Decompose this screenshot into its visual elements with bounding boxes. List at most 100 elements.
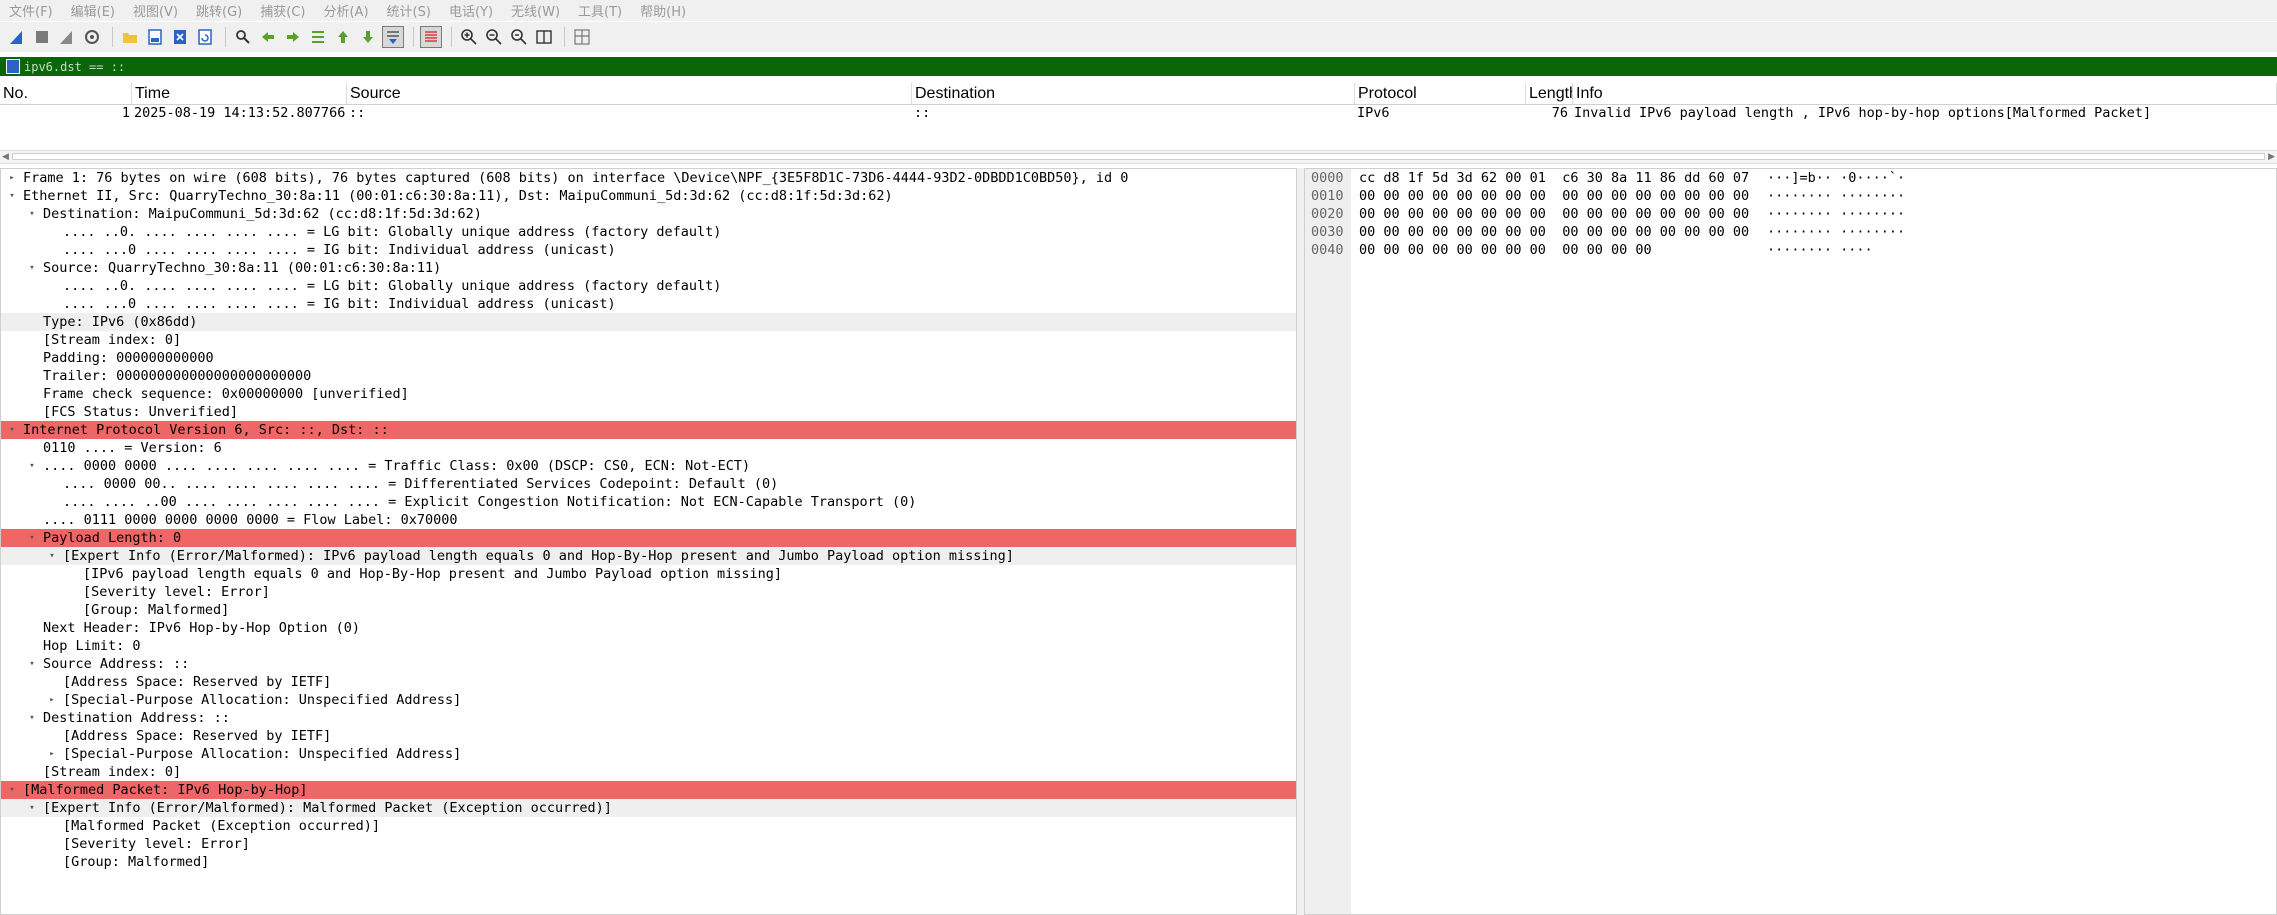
hex-ascii[interactable]: ···]=b·· ·0····`·	[1767, 169, 1905, 187]
tree-item[interactable]: ▾ Source Address: ::	[1, 655, 1296, 673]
packet-list-hscrollbar[interactable]: ◀ ▶	[0, 150, 2277, 164]
scroll-left-icon[interactable]: ◀	[2, 151, 9, 163]
column-header-length[interactable]: Length	[1526, 83, 1573, 104]
tree-item[interactable]: ▾ Source: QuarryTechno_30:8a:11 (00:01:c6…	[1, 259, 1296, 277]
packet-row-selected[interactable]: 1 2025-08-19 14:13:52.807766:::: IPv6 76 Inv…	[0, 104, 2277, 122]
layout-icon[interactable]	[571, 26, 593, 48]
tree-item[interactable]: [IPv6 payload length equals 0 and Hop-By…	[1, 565, 1296, 583]
menu-item-8[interactable]: 无线(W)	[502, 1, 569, 20]
tree-item[interactable]: ▾ Destination Address: ::	[1, 709, 1296, 727]
menu-item-4[interactable]: 捕获(C)	[251, 1, 314, 20]
expanded-arrow-icon[interactable]: ▾	[6, 421, 18, 439]
zoom-in-icon[interactable]	[458, 26, 480, 48]
hex-bytes[interactable]: 00 00 00 00 00 00 00 00 00 00 00 00	[1359, 241, 1652, 259]
collapsed-arrow-icon[interactable]: ▸	[46, 745, 58, 763]
hex-ascii[interactable]: ········ ········	[1767, 223, 1905, 241]
menu-item-0[interactable]: 文件(F)	[0, 1, 62, 20]
tree-item[interactable]: .... 0000 00.. .... .... .... .... .... …	[1, 475, 1296, 493]
column-header-source[interactable]: Source	[347, 83, 912, 104]
tree-item[interactable]: [Address Space: Reserved by IETF]	[1, 673, 1296, 691]
tree-item[interactable]: 0110 .... = Version: 6	[1, 439, 1296, 457]
hex-bytes[interactable]: 00 00 00 00 00 00 00 00 00 00 00 00 00 0…	[1359, 205, 1749, 223]
tree-item[interactable]: ▾ [Expert Info (Error/Malformed): IPv6 pa…	[1, 547, 1296, 565]
column-header-info[interactable]: Info	[1573, 83, 2277, 104]
tree-item[interactable]: Frame check sequence: 0x00000000 [unveri…	[1, 385, 1296, 403]
hex-ascii[interactable]: ········ ····	[1767, 241, 1873, 259]
go-to-packet-icon[interactable]	[307, 26, 329, 48]
tree-item[interactable]: .... ..0. .... .... .... .... = LG bit: …	[1, 277, 1296, 295]
normal-size-icon[interactable]	[508, 26, 530, 48]
scroll-right-icon[interactable]: ▶	[2268, 151, 2275, 163]
menu-item-1[interactable]: 编辑(E)	[62, 1, 124, 20]
menu-item-10[interactable]: 帮助(H)	[631, 1, 695, 20]
column-header-time[interactable]: Time	[132, 83, 347, 104]
shark-fin-start-icon[interactable]	[6, 26, 28, 48]
restart-capture-icon[interactable]	[56, 26, 78, 48]
save-file-icon[interactable]	[144, 26, 166, 48]
resize-columns-icon[interactable]	[533, 26, 555, 48]
zoom-out-icon[interactable]	[483, 26, 505, 48]
tree-item[interactable]: [Severity level: Error]	[1, 583, 1296, 601]
tree-item[interactable]: Type: IPv6 (0x86dd)	[1, 313, 1296, 331]
hex-bytes[interactable]: 00 00 00 00 00 00 00 00 00 00 00 00 00 0…	[1359, 223, 1749, 241]
tree-item[interactable]: [Address Space: Reserved by IETF]	[1, 727, 1296, 745]
tree-item[interactable]: ▸ [Special-Purpose Allocation: Unspecifie…	[1, 691, 1296, 709]
column-header-no[interactable]: No.	[0, 83, 132, 104]
tree-item[interactable]: Hop Limit: 0	[1, 637, 1296, 655]
first-packet-icon[interactable]	[332, 26, 354, 48]
expanded-arrow-icon[interactable]: ▾	[26, 655, 38, 673]
expanded-arrow-icon[interactable]: ▾	[26, 709, 38, 727]
tree-item[interactable]: [Stream index: 0]	[1, 763, 1296, 781]
menu-item-9[interactable]: 工具(T)	[569, 1, 631, 20]
tree-item[interactable]: .... .... ..00 .... .... .... .... .... …	[1, 493, 1296, 511]
hex-ascii[interactable]: ········ ········	[1767, 205, 1905, 223]
tree-item[interactable]: ▾ Destination: MaipuCommuni_5d:3d:62 (cc:…	[1, 205, 1296, 223]
last-packet-icon[interactable]	[357, 26, 379, 48]
reload-file-icon[interactable]	[194, 26, 216, 48]
tree-item[interactable]: [FCS Status: Unverified]	[1, 403, 1296, 421]
expanded-arrow-icon[interactable]: ▾	[26, 529, 38, 547]
capture-options-icon[interactable]	[81, 26, 103, 48]
expanded-arrow-icon[interactable]: ▾	[6, 187, 18, 205]
tree-item[interactable]: .... ...0 .... .... .... .... = IG bit: …	[1, 295, 1296, 313]
expanded-arrow-icon[interactable]: ▾	[26, 205, 38, 223]
tree-item[interactable]: ▾ .... 0000 0000 .... .... .... .... ....…	[1, 457, 1296, 475]
scroll-thumb[interactable]	[12, 153, 2265, 160]
tree-item[interactable]: Trailer: 000000000000000000000000	[1, 367, 1296, 385]
tree-item[interactable]: ▾ Internet Protocol Version 6, Src: ::, D…	[1, 421, 1296, 439]
expanded-arrow-icon[interactable]: ▾	[6, 781, 18, 799]
tree-item[interactable]: .... 0111 0000 0000 0000 0000 = Flow Lab…	[1, 511, 1296, 529]
hex-bytes[interactable]: 00 00 00 00 00 00 00 00 00 00 00 00 00 0…	[1359, 187, 1749, 205]
tree-item[interactable]: ▸ [Special-Purpose Allocation: Unspecifie…	[1, 745, 1296, 763]
go-back-icon[interactable]	[257, 26, 279, 48]
tree-item[interactable]: ▾ Ethernet II, Src: QuarryTechno_30:8a:11…	[1, 187, 1296, 205]
collapsed-arrow-icon[interactable]: ▸	[6, 169, 18, 187]
column-header-destination[interactable]: Destination	[912, 83, 1355, 104]
tree-item[interactable]: .... ...0 .... .... .... .... = IG bit: …	[1, 241, 1296, 259]
tree-item[interactable]: ▸ Frame 1: 76 bytes on wire (608 bits), 7…	[1, 169, 1296, 187]
tree-item[interactable]: .... ..0. .... .... .... .... = LG bit: …	[1, 223, 1296, 241]
auto-scroll-icon[interactable]	[382, 26, 404, 48]
menu-item-6[interactable]: 统计(S)	[378, 1, 440, 20]
colorize-icon[interactable]	[420, 26, 442, 48]
menu-item-3[interactable]: 跳转(G)	[187, 1, 251, 20]
column-header-protocol[interactable]: Protocol	[1355, 83, 1526, 104]
close-file-icon[interactable]	[169, 26, 191, 48]
find-packet-icon[interactable]	[232, 26, 254, 48]
tree-item[interactable]: ▾ [Malformed Packet: IPv6 Hop-by-Hop]	[1, 781, 1296, 799]
tree-item[interactable]: ▾ [Expert Info (Error/Malformed): Malform…	[1, 799, 1296, 817]
stop-capture-icon[interactable]	[31, 26, 53, 48]
expanded-arrow-icon[interactable]: ▾	[26, 799, 38, 817]
pane-splitter[interactable]	[1297, 168, 1304, 915]
hex-ascii[interactable]: ········ ········	[1767, 187, 1905, 205]
hex-bytes[interactable]: cc d8 1f 5d 3d 62 00 01 c6 30 8a 11 86 d…	[1359, 169, 1749, 187]
go-forward-icon[interactable]	[282, 26, 304, 48]
tree-item[interactable]: ▾ Payload Length: 0	[1, 529, 1296, 547]
tree-item[interactable]: [Malformed Packet (Exception occurred)]	[1, 817, 1296, 835]
open-file-icon[interactable]	[119, 26, 141, 48]
menu-item-7[interactable]: 电话(Y)	[440, 1, 502, 20]
collapsed-arrow-icon[interactable]: ▸	[46, 691, 58, 709]
tree-item[interactable]: Next Header: IPv6 Hop-by-Hop Option (0)	[1, 619, 1296, 637]
tree-item[interactable]: Padding: 000000000000	[1, 349, 1296, 367]
menu-item-2[interactable]: 视图(V)	[124, 1, 187, 20]
